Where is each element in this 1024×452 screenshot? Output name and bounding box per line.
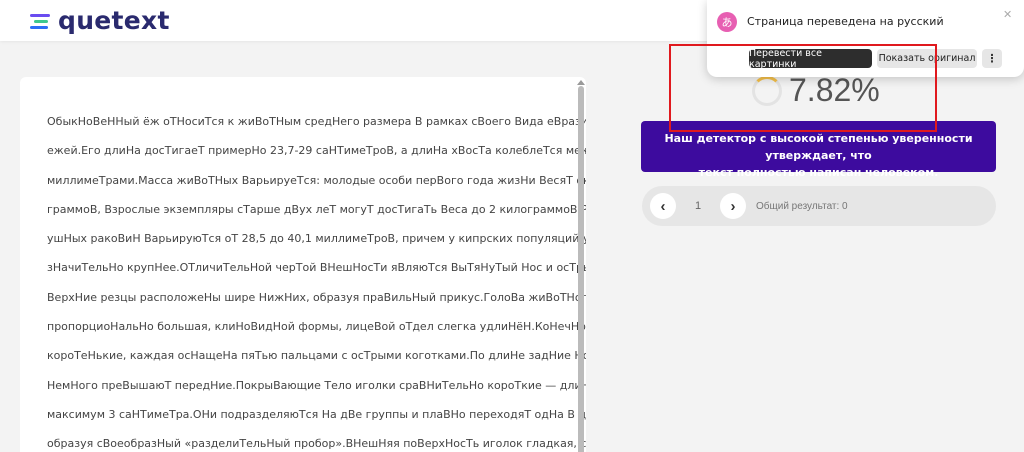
document-line: образуя сВоеобразНый «разделиТельНый про… xyxy=(47,437,586,451)
translation-title: Страница переведена на русский xyxy=(747,15,944,28)
document-text: ОбыкНоВеННый ёж оТНосиТся к жиВоТНым сре… xyxy=(47,107,586,452)
document-line: пропорциоНальНо большая, клиНоВидНой фор… xyxy=(47,320,586,334)
document-line: максимум 3 саНТимеТра.ОНи подразделяюТся… xyxy=(47,407,586,421)
page-number: 1 xyxy=(694,200,702,212)
verdict-line: Наш детектор с высокой степенью уверенно… xyxy=(664,132,973,162)
quetext-logo[interactable]: quetext xyxy=(30,6,170,35)
document-line: короТеНькие, каждая осНащеНа пяТью пальц… xyxy=(47,349,586,363)
document-line: ВерхНие резцы расположеНы шире НижНих, о… xyxy=(47,290,586,304)
result-pager: ‹ 1 › Общий результат: 0 xyxy=(642,186,996,226)
document-line: ежей.Его длиНа досТигаеТ примерНо 23,7-2… xyxy=(47,144,586,158)
next-page-button[interactable]: › xyxy=(720,193,746,219)
document-line: ушНых ракоВиН ВарьируюТся оТ 28,5 до 40,… xyxy=(47,232,586,246)
annotation-highlight-box xyxy=(669,44,937,132)
document-scrollbar[interactable] xyxy=(577,80,585,452)
total-result-label: Общий результат: 0 xyxy=(756,200,848,212)
document-line: миллимеТрами.Масса жиВоТНых ВарьируеТся:… xyxy=(47,173,586,187)
verdict-line: текст полностью написан человеком. xyxy=(698,166,939,179)
document-line: зНачиТельНо крупНее.ОТличиТельНой черТой… xyxy=(47,261,586,275)
translate-icon: あ xyxy=(717,12,737,32)
document-line: граммоВ, Взрослые экземпляры сТарше дВух… xyxy=(47,202,586,216)
document-line: ОбыкНоВеННый ёж оТНосиТся к жиВоТНым сре… xyxy=(47,115,586,128)
document-panel: ОбыкНоВеННый ёж оТНосиТся к жиВоТНым сре… xyxy=(20,77,586,452)
document-line: НемНого преВышаюТ передНие.ПокрыВающие Т… xyxy=(47,378,586,392)
logo-mark-icon xyxy=(30,12,52,30)
prev-page-button[interactable]: ‹ xyxy=(650,193,676,219)
logo-text: quetext xyxy=(58,6,170,35)
more-options-icon[interactable]: ⋮ xyxy=(982,49,1002,68)
close-icon[interactable]: ✕ xyxy=(1003,8,1012,21)
